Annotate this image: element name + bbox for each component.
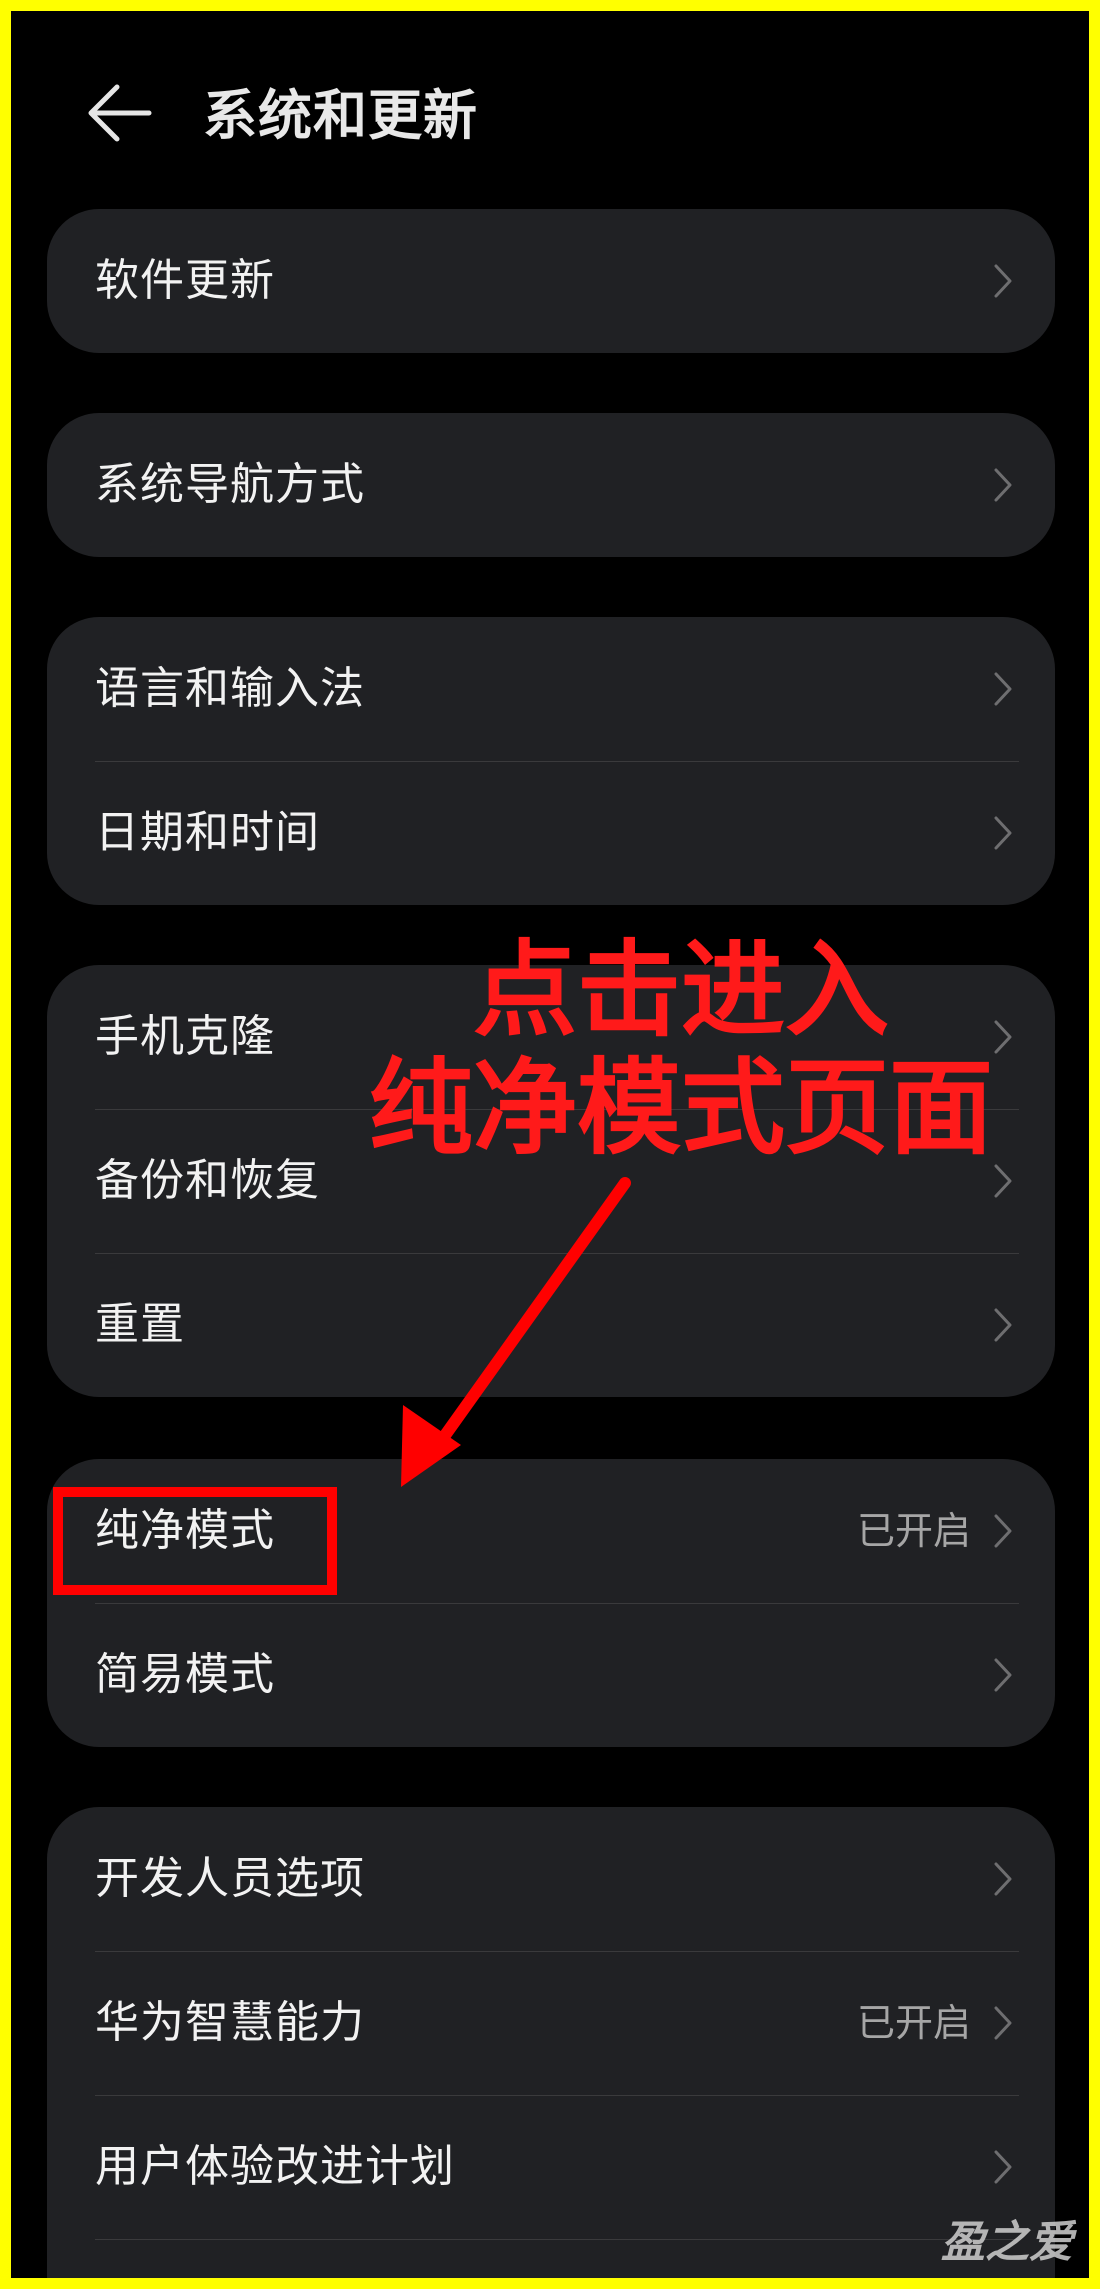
chevron-right-icon [991, 1017, 1015, 1057]
settings-item-partial [47, 2239, 1055, 2278]
chevron-right-icon [991, 465, 1015, 505]
settings-item-phone-clone[interactable]: 手机克隆 [47, 965, 1055, 1109]
settings-group-navigation: 系统导航方式 [47, 413, 1055, 557]
watermark: 盈之爱 [941, 2217, 1073, 2268]
settings-item-label: 纯净模式 [95, 1505, 275, 1556]
settings-item-value: 已开启 [856, 2001, 971, 2045]
settings-group-advanced: 开发人员选项 华为智慧能力 已开启 用户体验改进计划 [47, 1807, 1055, 2278]
settings-item-simple-mode[interactable]: 简易模式 [47, 1603, 1055, 1747]
settings-item-label: 日期和时间 [95, 807, 320, 858]
chevron-right-icon [991, 1655, 1015, 1695]
chevron-right-icon [991, 1511, 1015, 1551]
settings-item-label: 备份和恢复 [95, 1155, 320, 1206]
settings-item-date-time[interactable]: 日期和时间 [47, 761, 1055, 905]
settings-item-label: 手机克隆 [95, 1011, 275, 1062]
settings-item-reset[interactable]: 重置 [47, 1253, 1055, 1397]
settings-item-software-update[interactable]: 软件更新 [47, 209, 1055, 353]
settings-group-update: 软件更新 [47, 209, 1055, 353]
settings-item-language-input[interactable]: 语言和输入法 [47, 617, 1055, 761]
app-bar: 系统和更新 [11, 11, 1089, 201]
page-title: 系统和更新 [203, 84, 478, 147]
settings-item-label: 用户体验改进计划 [95, 2141, 455, 2192]
chevron-right-icon [991, 1305, 1015, 1345]
settings-item-pure-mode[interactable]: 纯净模式 已开启 [47, 1459, 1055, 1603]
chevron-right-icon [991, 1161, 1015, 1201]
chevron-right-icon [991, 1859, 1015, 1899]
settings-item-developer-options[interactable]: 开发人员选项 [47, 1807, 1055, 1951]
settings-group-language-time: 语言和输入法 日期和时间 [47, 617, 1055, 905]
settings-item-user-experience-program[interactable]: 用户体验改进计划 [47, 2095, 1055, 2239]
screen: 系统和更新 软件更新 系统导航方式 语言和输入法 日期和时间 手机克隆 备份和恢… [11, 11, 1089, 2278]
chevron-right-icon [991, 261, 1015, 301]
settings-item-label: 语言和输入法 [95, 663, 365, 714]
settings-group-backup: 手机克隆 备份和恢复 重置 [47, 965, 1055, 1397]
settings-group-modes: 纯净模式 已开启 简易模式 [47, 1459, 1055, 1747]
divider [95, 1253, 1019, 1254]
settings-item-label: 重置 [95, 1299, 185, 1350]
settings-item-label: 简易模式 [95, 1649, 275, 1700]
settings-item-huawei-intelligence[interactable]: 华为智慧能力 已开启 [47, 1951, 1055, 2095]
settings-item-backup-restore[interactable]: 备份和恢复 [47, 1109, 1055, 1253]
chevron-right-icon [991, 2147, 1015, 2187]
arrow-left-icon [88, 84, 152, 142]
chevron-right-icon [991, 2003, 1015, 2043]
settings-item-label: 华为智慧能力 [95, 1997, 365, 2048]
settings-item-value: 已开启 [856, 1509, 971, 1553]
settings-item-label: 软件更新 [95, 255, 275, 306]
settings-item-label: 开发人员选项 [95, 1853, 365, 1904]
back-button[interactable] [83, 77, 155, 149]
settings-item-label: 系统导航方式 [95, 459, 365, 510]
chevron-right-icon [991, 813, 1015, 853]
settings-item-system-navigation[interactable]: 系统导航方式 [47, 413, 1055, 557]
divider [95, 2239, 1019, 2240]
chevron-right-icon [991, 669, 1015, 709]
